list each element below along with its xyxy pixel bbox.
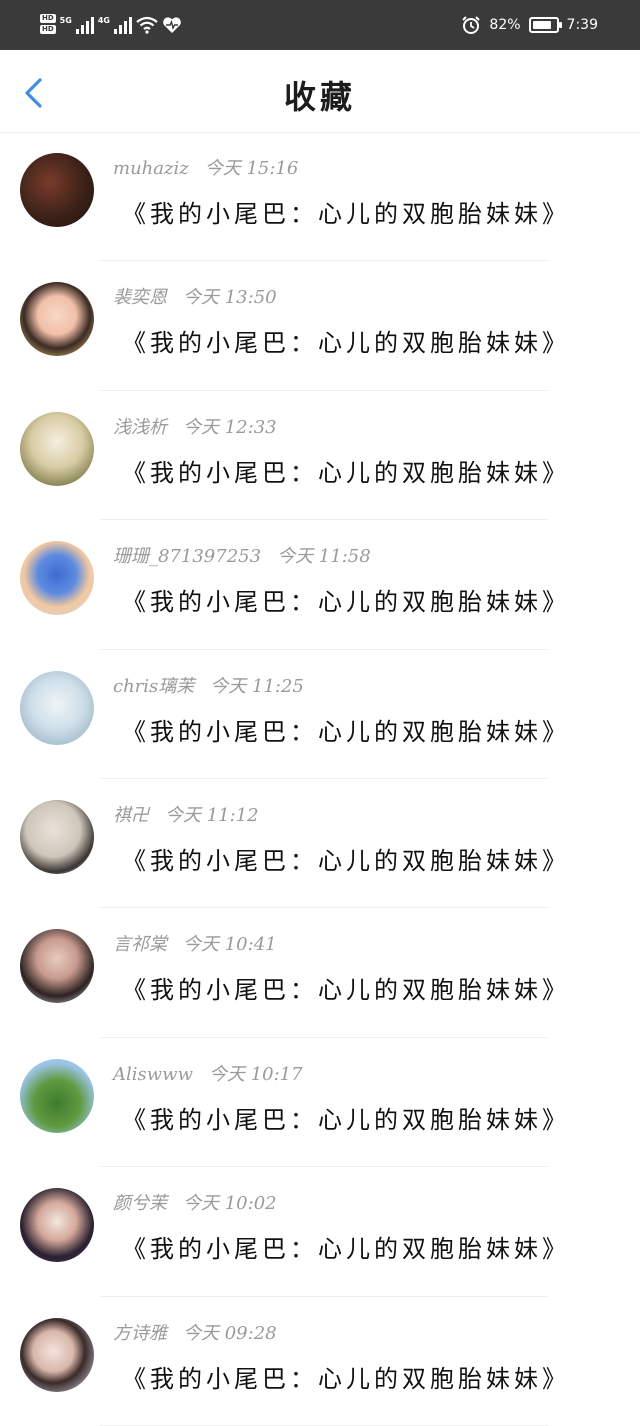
avatar[interactable] xyxy=(20,411,94,486)
timestamp: 今天 09:28 xyxy=(183,1322,277,1344)
signal-icon xyxy=(113,16,132,34)
battery-percent: 82% xyxy=(489,17,521,33)
avatar[interactable] xyxy=(20,541,94,616)
timestamp: 今天 11:12 xyxy=(165,804,259,826)
favorites-list: muhaziz 今天 15:16 《我的小尾巴：心儿的双胞胎妹妹》 裴奕恩 今天 13:… xyxy=(0,132,640,1426)
hd-badges: HD HD xyxy=(40,14,56,34)
username[interactable]: 祺卍 xyxy=(113,805,149,826)
item-meta: 珊珊_871397253 今天 11:58 xyxy=(113,542,371,568)
username[interactable]: 言祁棠 xyxy=(113,934,167,955)
avatar[interactable] xyxy=(20,153,94,227)
battery-icon xyxy=(528,17,562,33)
list-item[interactable]: 颜兮茉 今天 10:02 《我的小尾巴：心儿的双胞胎妹妹》 xyxy=(0,1167,640,1297)
clock: 7:39 xyxy=(566,17,598,33)
favorite-title[interactable]: 《我的小尾巴：心儿的双胞胎妹妹》 xyxy=(122,1100,570,1135)
favorite-title[interactable]: 《我的小尾巴：心儿的双胞胎妹妹》 xyxy=(122,970,570,1005)
hd-badge: HD xyxy=(40,25,56,34)
wifi-icon xyxy=(136,16,158,34)
favorite-title[interactable]: 《我的小尾巴：心儿的双胞胎妹妹》 xyxy=(122,841,570,876)
avatar[interactable] xyxy=(20,1317,94,1392)
battery-fill xyxy=(532,21,551,29)
list-item[interactable]: 裴奕恩 今天 13:50 《我的小尾巴：心儿的双胞胎妹妹》 xyxy=(0,261,640,391)
list-item[interactable]: 珊珊_871397253 今天 11:58 《我的小尾巴：心儿的双胞胎妹妹》 xyxy=(0,520,640,650)
username[interactable]: chris璃茉 xyxy=(113,676,194,697)
favorite-title[interactable]: 《我的小尾巴：心儿的双胞胎妹妹》 xyxy=(122,1229,570,1264)
username[interactable]: 珊珊_871397253 xyxy=(113,546,261,567)
alarm-icon xyxy=(462,16,481,34)
timestamp: 今天 11:58 xyxy=(277,546,371,568)
status-left: HD HD 5G 4G xyxy=(40,14,182,34)
network-4g-label: 4G xyxy=(97,16,110,25)
favorite-title[interactable]: 《我的小尾巴：心儿的双胞胎妹妹》 xyxy=(122,582,570,617)
item-meta: muhaziz 今天 15:16 xyxy=(113,154,298,180)
timestamp: 今天 11:25 xyxy=(210,675,304,697)
username[interactable]: Aliswww xyxy=(113,1064,193,1085)
list-item[interactable]: 浅浅析 今天 12:33 《我的小尾巴：心儿的双胞胎妹妹》 xyxy=(0,391,640,521)
status-bar: HD HD 5G 4G 82% 7:39 xyxy=(0,0,640,50)
timestamp: 今天 13:50 xyxy=(183,287,277,309)
list-item[interactable]: 言祁棠 今天 10:41 《我的小尾巴：心儿的双胞胎妹妹》 xyxy=(0,908,640,1038)
page-title: 收藏 xyxy=(283,78,356,116)
timestamp: 今天 15:16 xyxy=(204,158,299,179)
list-item[interactable]: chris璃茉 今天 11:25 《我的小尾巴：心儿的双胞胎妹妹》 xyxy=(0,650,640,779)
item-meta: 颜兮茉 今天 10:02 xyxy=(113,1189,277,1215)
list-item[interactable]: Aliswww 今天 10:17 《我的小尾巴：心儿的双胞胎妹妹》 xyxy=(0,1038,640,1168)
network-5g-label: 5G xyxy=(59,16,72,25)
username[interactable]: muhaziz xyxy=(113,158,189,179)
timestamp: 今天 10:02 xyxy=(183,1193,277,1215)
item-meta: 方诗雅 今天 09:28 xyxy=(113,1319,277,1345)
list-item[interactable]: 方诗雅 今天 09:28 《我的小尾巴：心儿的双胞胎妹妹》 xyxy=(0,1297,640,1426)
timestamp: 今天 12:33 xyxy=(183,416,277,438)
favorite-title[interactable]: 《我的小尾巴：心儿的双胞胎妹妹》 xyxy=(122,712,570,747)
avatar[interactable] xyxy=(20,799,94,874)
avatar[interactable] xyxy=(20,670,94,745)
signal-icon xyxy=(75,16,94,34)
item-meta: 祺卍 今天 11:12 xyxy=(113,801,259,827)
username[interactable]: 浅浅析 xyxy=(113,417,167,438)
username[interactable]: 方诗雅 xyxy=(113,1323,167,1344)
list-item[interactable]: muhaziz 今天 15:16 《我的小尾巴：心儿的双胞胎妹妹》 xyxy=(0,132,640,262)
username[interactable]: 颜兮茉 xyxy=(113,1193,167,1214)
avatar[interactable] xyxy=(20,1058,94,1133)
status-right: 82% 7:39 xyxy=(461,15,598,35)
item-meta: Aliswww 今天 10:17 xyxy=(113,1060,303,1086)
timestamp: 今天 10:17 xyxy=(208,1063,303,1085)
header: 收藏 xyxy=(0,50,640,132)
item-meta: 浅浅析 今天 12:33 xyxy=(113,413,277,439)
item-meta: 言祁棠 今天 10:41 xyxy=(113,930,277,956)
username[interactable]: 裴奕恩 xyxy=(113,287,167,308)
favorite-title[interactable]: 《我的小尾巴：心儿的双胞胎妹妹》 xyxy=(122,453,570,488)
timestamp: 今天 10:41 xyxy=(183,934,277,956)
favorite-title[interactable]: 《我的小尾巴：心儿的双胞胎妹妹》 xyxy=(122,323,570,358)
item-meta: chris璃茉 今天 11:25 xyxy=(113,672,304,698)
avatar[interactable] xyxy=(20,929,94,1004)
favorite-title[interactable]: 《我的小尾巴：心儿的双胞胎妹妹》 xyxy=(122,194,570,229)
list-item[interactable]: 祺卍 今天 11:12 《我的小尾巴：心儿的双胞胎妹妹》 xyxy=(0,779,640,909)
item-meta: 裴奕恩 今天 13:50 xyxy=(113,283,277,309)
avatar[interactable] xyxy=(20,1188,94,1263)
avatar[interactable] xyxy=(20,282,94,357)
heart-icon xyxy=(163,17,181,33)
hd-badge: HD xyxy=(40,14,56,23)
favorite-title[interactable]: 《我的小尾巴：心儿的双胞胎妹妹》 xyxy=(122,1359,570,1394)
